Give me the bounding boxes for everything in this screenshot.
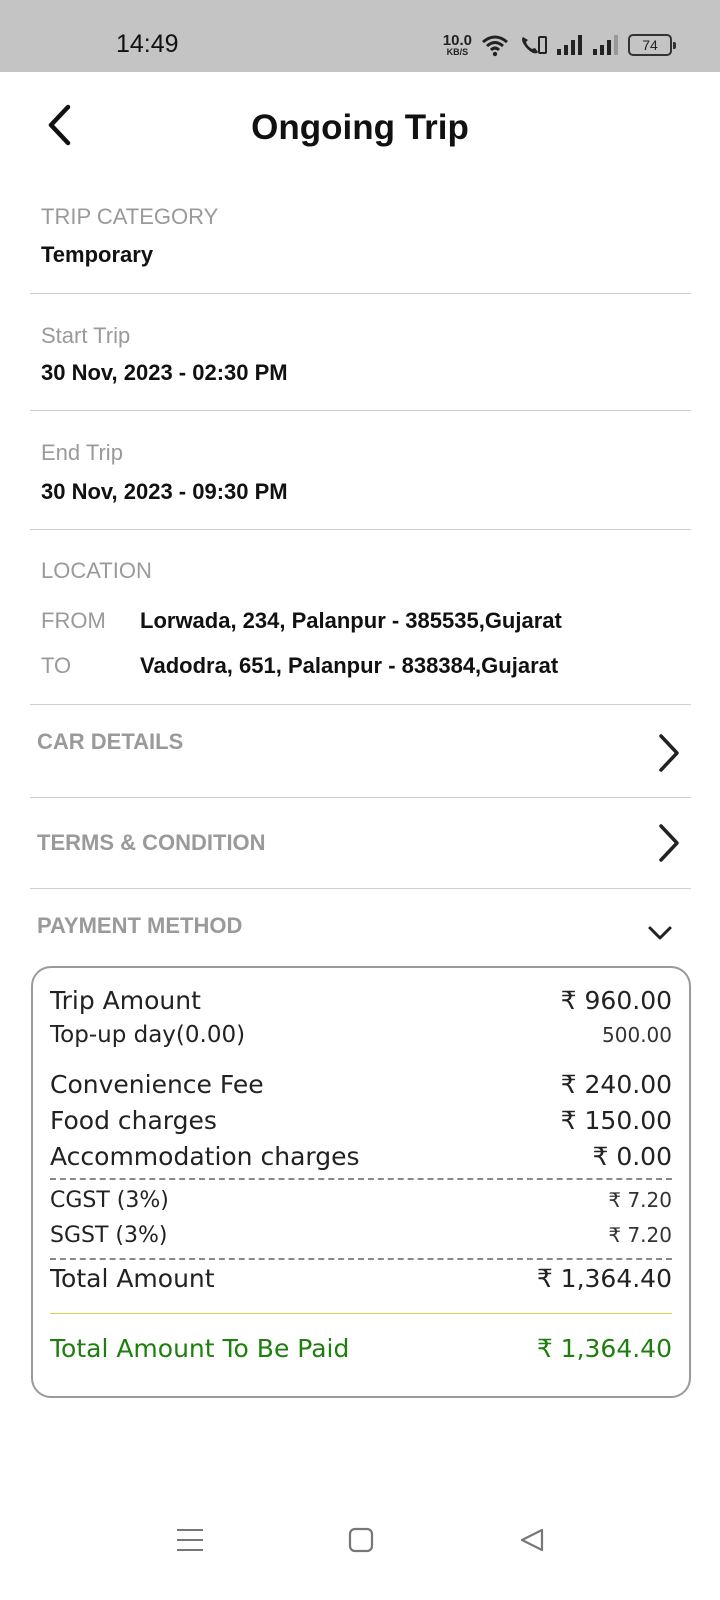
payment-row-value: ₹ 150.00	[560, 1106, 672, 1135]
menu-button[interactable]	[170, 1520, 210, 1560]
start-trip-label: Start Trip	[41, 323, 131, 348]
signal-icon	[593, 35, 618, 55]
location-from-value: Lorwada, 234, Palanpur - 385535,Gujarat	[140, 608, 562, 633]
payment-row: Accommodation charges ₹ 0.00	[50, 1142, 672, 1171]
trip-category-label: TRIP CATEGORY	[41, 204, 219, 229]
payment-row: Food charges ₹ 150.00	[50, 1106, 672, 1135]
start-trip-value: 30 Nov, 2023 - 02:30 PM	[41, 360, 288, 385]
system-back-button[interactable]	[512, 1520, 552, 1560]
end-trip-value: 30 Nov, 2023 - 09:30 PM	[41, 479, 288, 504]
divider	[30, 410, 691, 411]
net-speed-value: 10.0	[442, 32, 472, 49]
battery-icon: 74	[628, 34, 676, 56]
terms-condition-row[interactable]: TERMS & CONDITION	[30, 798, 691, 888]
payment-row-value: ₹ 7.20	[608, 1223, 672, 1247]
payment-row: Top-up day(0.00) 500.00	[50, 1022, 672, 1048]
dashed-divider	[50, 1258, 672, 1260]
location-label: LOCATION	[41, 558, 152, 583]
car-details-label: CAR DETAILS	[37, 729, 184, 754]
total-amount-label: Total Amount	[50, 1264, 215, 1293]
car-details-row[interactable]: CAR DETAILS	[30, 705, 691, 797]
battery-level: 74	[642, 37, 658, 53]
payment-row: CGST (3%) ₹ 7.20	[50, 1188, 672, 1213]
wifi-icon	[482, 35, 508, 57]
payment-row-value: ₹ 7.20	[608, 1188, 672, 1212]
payment-row-value: 500.00	[602, 1023, 672, 1047]
payment-row-label: Accommodation charges	[50, 1142, 360, 1171]
status-time: 14:49	[116, 30, 179, 58]
payment-row: Convenience Fee ₹ 240.00	[50, 1070, 672, 1099]
chevron-right-icon	[659, 734, 679, 772]
trip-category-value: Temporary	[41, 242, 154, 267]
location-to-label: TO	[41, 653, 72, 678]
location-to-value: Vadodra, 651, Palanpur - 838384,Gujarat	[140, 653, 559, 678]
divider	[50, 1313, 672, 1314]
home-square-icon	[348, 1527, 374, 1553]
divider	[30, 529, 691, 530]
payment-row-label: Trip Amount	[50, 986, 201, 1015]
home-button[interactable]	[341, 1520, 381, 1560]
dashed-divider	[50, 1178, 672, 1180]
terms-condition-label: TERMS & CONDITION	[37, 830, 266, 855]
payment-row-value: ₹ 240.00	[560, 1070, 672, 1099]
app-header: Ongoing Trip	[0, 72, 720, 188]
payment-row-value: ₹ 960.00	[560, 986, 672, 1015]
chevron-right-icon	[659, 824, 679, 862]
payment-method-label: PAYMENT METHOD	[37, 913, 243, 938]
payment-row-label: Top-up day(0.00)	[50, 1022, 246, 1048]
end-trip-label: End Trip	[41, 440, 123, 465]
volte-call-icon	[522, 36, 547, 54]
payment-row-label: Food charges	[50, 1106, 217, 1135]
amount-payable-value: ₹ 1,364.40	[536, 1334, 672, 1363]
chevron-down-icon	[648, 926, 672, 940]
back-triangle-icon	[520, 1528, 544, 1552]
payment-row-label: CGST (3%)	[50, 1188, 169, 1213]
net-speed: 10.0 KB/S	[443, 33, 472, 57]
status-icons: 10.0 KB/S 74	[443, 30, 676, 60]
payment-row-value: ₹ 0.00	[592, 1142, 672, 1171]
signal-icon	[557, 35, 582, 55]
payment-method-toggle[interactable]: PAYMENT METHOD	[30, 889, 691, 959]
total-amount-row: Total Amount ₹ 1,364.40	[50, 1264, 672, 1293]
payment-summary-card: Trip Amount ₹ 960.00 Top-up day(0.00) 50…	[31, 966, 691, 1398]
divider	[30, 293, 691, 294]
payment-row: Trip Amount ₹ 960.00	[50, 986, 672, 1015]
menu-icon	[177, 1529, 203, 1551]
page-title: Ongoing Trip	[251, 108, 469, 147]
payment-row-label: SGST (3%)	[50, 1223, 168, 1248]
total-amount-value: ₹ 1,364.40	[536, 1264, 672, 1293]
status-bar: 14:49 10.0 KB/S 74	[0, 0, 720, 72]
amount-payable-label: Total Amount To Be Paid	[50, 1334, 350, 1363]
location-from-label: FROM	[41, 608, 106, 633]
net-speed-unit: KB/S	[446, 47, 469, 57]
system-nav-bar	[0, 1520, 720, 1600]
payment-row: SGST (3%) ₹ 7.20	[50, 1223, 672, 1248]
amount-payable-row: Total Amount To Be Paid ₹ 1,364.40	[50, 1334, 672, 1363]
payment-row-label: Convenience Fee	[50, 1070, 264, 1099]
